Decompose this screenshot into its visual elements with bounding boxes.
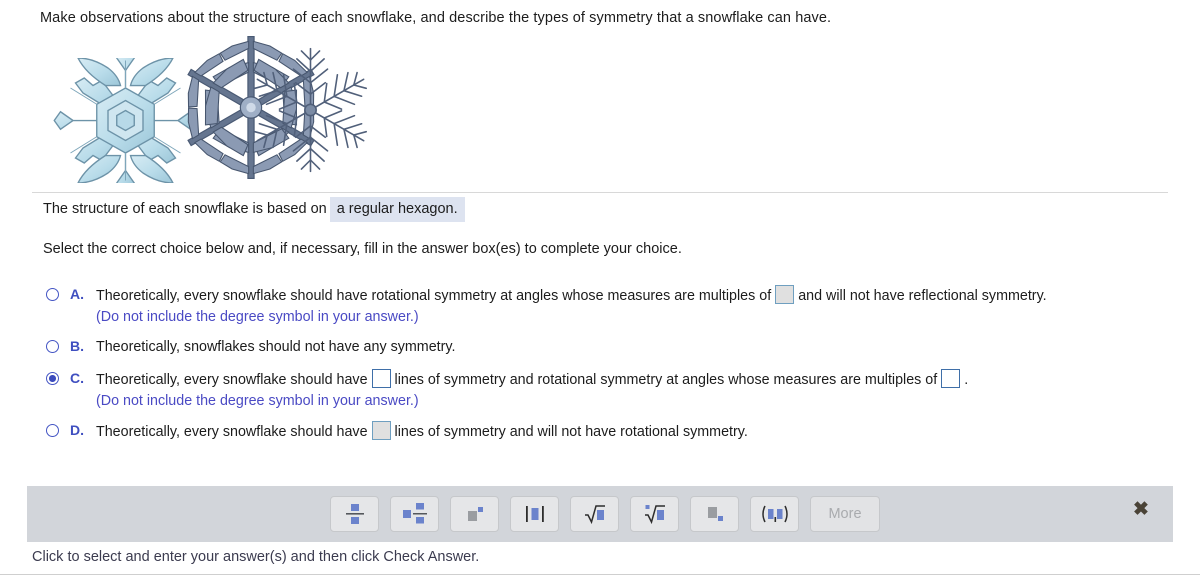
choice-letter-b: B. (70, 338, 84, 354)
choice-a-text-before: Theoretically, every snowflake should ha… (96, 288, 772, 304)
instruction-text: Select the correct choice below and, if … (43, 241, 682, 257)
exponent-button[interactable] (450, 496, 499, 532)
close-icon[interactable]: ✖ (1132, 500, 1150, 519)
fraction-button[interactable] (330, 496, 379, 532)
subscript-icon (707, 507, 723, 521)
choice-letter-d: D. (70, 422, 84, 438)
radio-button-c[interactable] (46, 372, 59, 385)
answer-box-c1[interactable] (371, 369, 391, 388)
choice-letter-c: C. (70, 370, 84, 386)
radio-button-d[interactable] (46, 424, 59, 437)
choice-option-d[interactable]: D. Theoretically, every snowflake should… (46, 421, 1166, 442)
ordered-pair-icon (761, 505, 788, 523)
choice-d-text-before: Theoretically, every snowflake should ha… (96, 424, 368, 440)
choice-a-note: (Do not include the degree symbol in you… (96, 309, 419, 325)
choice-text-c: Theoretically, every snowflake should ha… (96, 369, 1166, 411)
choice-list: A. Theoretically, every snowflake should… (46, 285, 1166, 452)
subscript-button[interactable] (690, 496, 739, 532)
choice-c-text-after: . (964, 372, 969, 388)
mixed-number-button[interactable] (390, 496, 439, 532)
footer-divider (0, 574, 1200, 575)
nth-root-button[interactable] (630, 496, 679, 532)
square-root-icon (584, 505, 605, 525)
structure-answer-field[interactable]: a regular hexagon. (329, 197, 465, 222)
square-root-button[interactable] (570, 496, 619, 532)
choice-c-note: (Do not include the degree symbol in you… (96, 393, 419, 409)
absolute-value-button[interactable] (510, 496, 559, 532)
radio-button-b[interactable] (46, 340, 59, 353)
choice-text-b: Theoretically, snowflakes should not hav… (96, 337, 1166, 357)
structure-statement: The structure of each snowflake is based… (43, 197, 465, 222)
choice-text-a: Theoretically, every snowflake should ha… (96, 285, 1166, 327)
answer-box-a1[interactable] (775, 285, 795, 304)
choice-option-b[interactable]: B. Theoretically, snowflakes should not … (46, 337, 1166, 357)
answer-box-c2[interactable] (941, 369, 961, 388)
choice-option-a[interactable]: A. Theoretically, every snowflake should… (46, 285, 1166, 327)
choice-c-text-mid: lines of symmetry and rotational symmetr… (394, 372, 938, 388)
snowflake-image-3 (248, 40, 373, 180)
choice-text-d: Theoretically, every snowflake should ha… (96, 421, 1166, 442)
exponent-icon (467, 507, 483, 521)
status-text: Click to select and enter your answer(s)… (32, 549, 480, 565)
snowflake-image-1 (48, 58, 203, 183)
choice-c-text-before: Theoretically, every snowflake should ha… (96, 372, 368, 388)
math-palette-buttons: More (330, 496, 880, 532)
absolute-value-icon (525, 506, 544, 522)
answer-box-d1[interactable] (371, 421, 391, 440)
structure-lead-text: The structure of each snowflake is based… (43, 201, 327, 217)
choice-a-text-after: and will not have reflectional symmetry. (798, 288, 1047, 304)
mixed-number-icon (402, 503, 427, 524)
ordered-pair-button[interactable] (750, 496, 799, 532)
radio-button-a[interactable] (46, 288, 59, 301)
choice-letter-a: A. (70, 286, 84, 302)
page-title: Make observations about the structure of… (40, 10, 832, 26)
snowflake-image-strip (48, 30, 468, 185)
choice-b-text: Theoretically, snowflakes should not hav… (96, 339, 456, 355)
math-palette-toolbar: More ✖ (27, 486, 1173, 542)
choice-d-text-after: lines of symmetry and will not have rota… (394, 424, 748, 440)
nth-root-icon (644, 505, 665, 525)
section-divider (32, 192, 1168, 193)
choice-option-c[interactable]: C. Theoretically, every snowflake should… (46, 369, 1166, 411)
fraction-icon (345, 504, 364, 524)
more-button[interactable]: More (810, 496, 880, 532)
